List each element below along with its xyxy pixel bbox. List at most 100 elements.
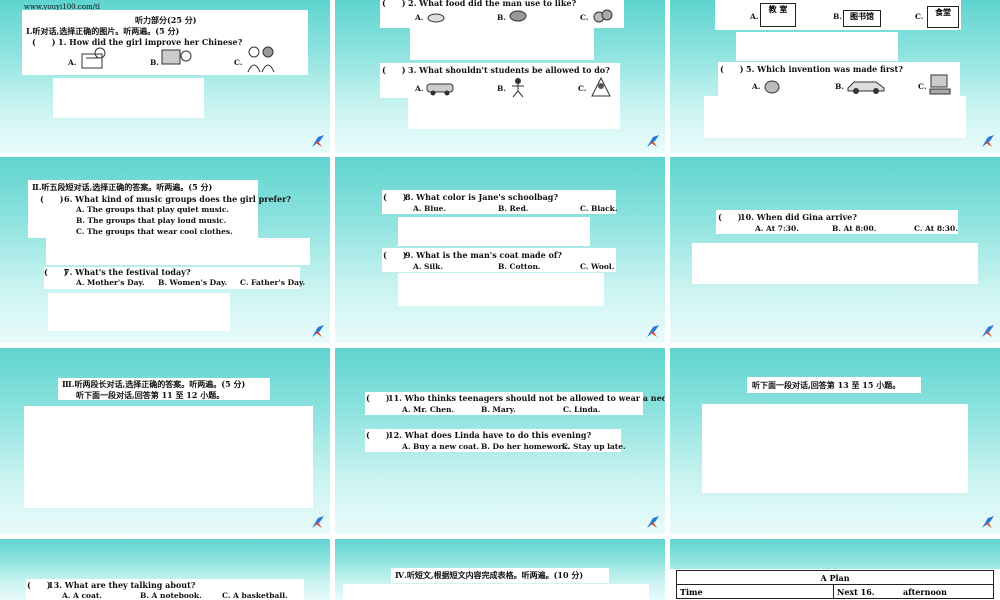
answer-box — [408, 98, 620, 129]
option-b-label: B. — [150, 58, 159, 67]
option-a-label: A. — [750, 12, 759, 21]
parrot-icon — [982, 516, 994, 528]
parrot-icon — [647, 516, 659, 528]
option-c-text: C. Linda. — [563, 405, 601, 414]
parrot-icon — [312, 325, 324, 337]
girl-teacher-image — [247, 46, 275, 73]
option-c-text: C. A basketball. — [222, 591, 288, 600]
option-c-text: C. Black. — [580, 204, 618, 213]
slide-thumbnail-2[interactable]: ( ) 2. What food did the man use to like… — [335, 0, 665, 153]
answer-paren: ( ) — [32, 37, 56, 47]
answer-paren: ( ) — [718, 212, 742, 222]
option-c-label: C. — [578, 84, 587, 93]
dumplings-image — [593, 9, 613, 23]
answer-box — [398, 273, 604, 306]
option-b-text: B. Mary. — [481, 405, 516, 414]
slide-thumbnail-10[interactable]: ( ) 13. What are they talking about? A. … — [0, 539, 330, 600]
telephone-image — [764, 80, 780, 94]
slide-thumbnail-5[interactable]: ( ) 8. What color is Jane's schoolbag? A… — [335, 157, 665, 343]
question-text: 2. What food did the man use to like? — [408, 0, 577, 8]
climbing-image — [591, 76, 611, 97]
slide-thumbnail-4[interactable]: Ⅱ.听五段短对话,选择正确的答案。听两遍。(5 分) ( ) 6. What k… — [0, 157, 330, 343]
option-a-text: A. Blue. — [413, 204, 447, 213]
question-text: 11. Who thinks teenagers should not be a… — [388, 393, 665, 403]
option-b-label: B. — [835, 82, 844, 91]
answer-paren: ( ) — [383, 192, 407, 202]
time-extra: afternoon — [900, 584, 994, 599]
question-text: 5. Which invention was made first? — [746, 64, 903, 74]
part-header: Ⅱ.听五段短对话,选择正确的答案。听两遍。(5 分) — [32, 182, 213, 192]
option-b-label: B. — [497, 84, 506, 93]
question-text: 9. What is the man's coat made of? — [405, 250, 562, 260]
option-a-text: A. Silk. — [413, 262, 443, 271]
slide-thumbnail-9[interactable]: 听下面一段对话,回答第 13 至 15 小题。 — [670, 348, 1000, 534]
option-a-text: A. Mother's Day. — [76, 278, 145, 287]
option-b-label: B. — [497, 13, 506, 22]
answer-paren: ( ) — [720, 64, 744, 74]
option-a-text: A. The groups that play quiet music. — [76, 205, 229, 214]
option-c-label: C. — [234, 58, 243, 67]
time-label: Time — [676, 584, 834, 599]
slide-thumbnail-7[interactable]: Ⅲ.听两段长对话,选择正确的答案。听两遍。(5 分) 听下面一段对话,回答第 1… — [0, 348, 330, 534]
sub-header: 听下面一段对话,回答第 13 至 15 小题。 — [752, 380, 901, 390]
answer-box — [48, 293, 230, 331]
answer-box — [702, 404, 968, 493]
parrot-icon — [982, 325, 994, 337]
option-b-label: B. — [833, 12, 842, 21]
answer-paren: ( ) — [366, 430, 390, 440]
answer-box — [704, 96, 966, 138]
option-c-text: C. At 8:30. — [914, 224, 958, 233]
option-c-text: C. Father's Day. — [240, 278, 306, 287]
option-a-label: A. — [752, 82, 761, 91]
slide-thumbnail-1[interactable]: www.youyi100.com/tl 听力部分(25 分) Ⅰ.听对话,选择正… — [0, 0, 330, 153]
answer-box — [53, 78, 204, 118]
canteen-sign: 食堂 — [927, 6, 959, 28]
answer-paren: ( ) — [382, 65, 406, 75]
question-text: 13. What are they talking about? — [48, 580, 196, 590]
plan-title: A Plan — [676, 570, 994, 585]
answer-box — [410, 28, 594, 60]
answer-box — [398, 217, 590, 246]
question-text: 7. What's the festival today? — [64, 267, 191, 277]
classroom-sign: 教 室 — [760, 3, 796, 27]
slide-thumbnail-12[interactable]: A Plan Time Next 16. afternoon — [670, 539, 1000, 600]
girl-tv-image — [161, 49, 192, 65]
answer-box — [736, 32, 898, 61]
computer-image — [929, 74, 951, 95]
option-b-text: B. A notebook. — [140, 591, 202, 600]
answer-paren: ( ) — [382, 0, 406, 8]
option-a-text: A. Buy a new coat. — [402, 442, 480, 451]
option-a-label: A. — [415, 84, 424, 93]
slide-thumbnail-11[interactable]: Ⅳ.听短文,根据短文内容完成表格。听两遍。(10 分) — [335, 539, 665, 600]
answer-box — [692, 243, 978, 284]
question-text: 12. What does Linda have to do this even… — [388, 430, 592, 440]
parrot-icon — [312, 135, 324, 147]
dancing-image — [512, 78, 524, 98]
option-b-text: B. At 8:00. — [832, 224, 877, 233]
slide-thumbnail-3[interactable]: A. 教 室 B. 图书馆 C. 食堂 ( ) 5. Which inventi… — [670, 0, 1000, 153]
parrot-icon — [312, 516, 324, 528]
option-c-text: C. Stay up late. — [562, 442, 626, 451]
slide-thumbnail-6[interactable]: ( ) 10. When did Gina arrive? A. At 7:30… — [670, 157, 1000, 343]
slide-thumbnail-8[interactable]: ( ) 11. Who thinks teenagers should not … — [335, 348, 665, 534]
time-value: Next 16. — [833, 584, 900, 599]
option-c-label: C. — [918, 82, 927, 91]
part-header: Ⅳ.听短文,根据短文内容完成表格。听两遍。(10 分) — [395, 570, 584, 580]
option-a-text: A. A coat. — [62, 591, 102, 600]
option-b-text: B. Cotton. — [498, 262, 541, 271]
hamburger-image — [509, 10, 527, 22]
girl-reading-image — [81, 47, 106, 69]
parrot-icon — [647, 325, 659, 337]
part-header: Ⅰ.听对话,选择正确的图片。听两遍。(5 分) — [26, 26, 180, 36]
option-c-label: C. — [580, 13, 589, 22]
option-b-text: B. The groups that play loud music. — [76, 216, 227, 225]
question-text: 3. What shouldn't students be allowed to… — [408, 65, 610, 75]
table-row: Time Next 16. afternoon — [676, 584, 994, 599]
option-a-text: A. At 7:30. — [755, 224, 799, 233]
answer-box — [46, 238, 310, 265]
part-header: Ⅲ.听两段长对话,选择正确的答案。听两遍。(5 分) — [62, 379, 246, 389]
noodles-image — [427, 13, 445, 23]
parrot-icon — [647, 135, 659, 147]
plan-table: A Plan Time Next 16. afternoon — [676, 570, 994, 599]
answer-box — [343, 584, 649, 600]
